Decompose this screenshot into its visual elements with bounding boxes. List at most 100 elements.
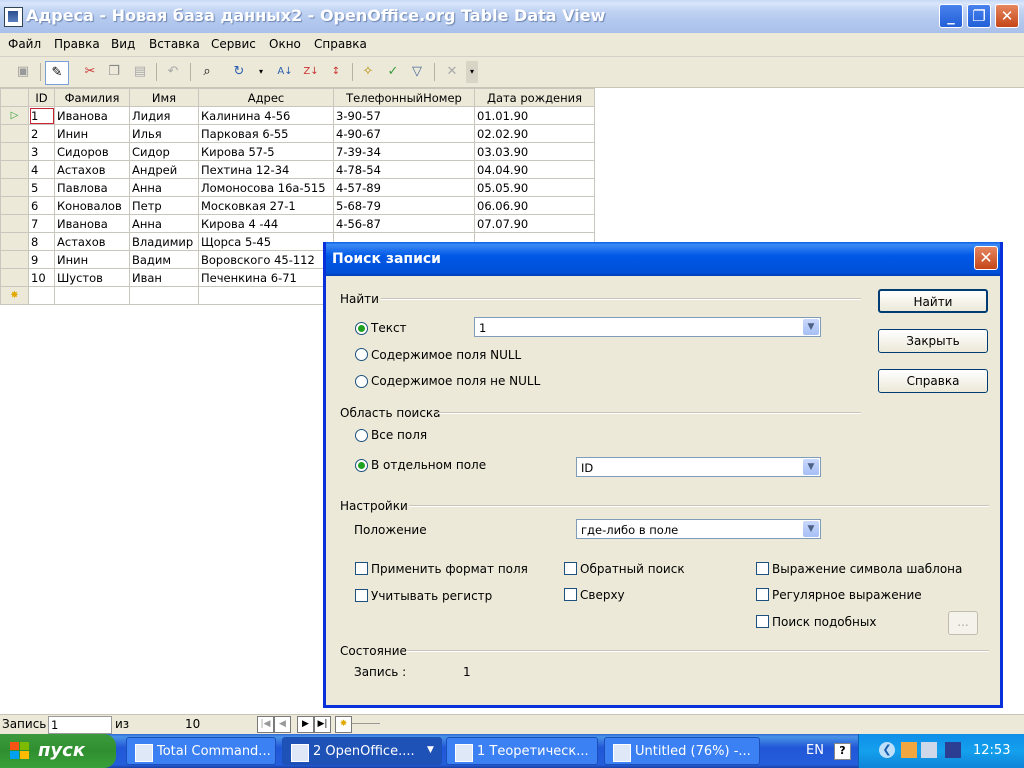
table-cell[interactable]: 02.02.90	[474, 124, 595, 143]
table-cell[interactable]: Илья	[129, 124, 199, 143]
previous-record-icon[interactable]: ◀	[274, 716, 291, 733]
table-cell[interactable]: Вадим	[129, 250, 199, 269]
sort-descending-icon[interactable]: Z↓	[300, 61, 322, 83]
table-cell[interactable]: 7-39-34	[333, 142, 475, 161]
next-record-icon[interactable]: ▶	[297, 716, 314, 733]
column-header[interactable]: ТелефонныйНомер	[333, 88, 475, 107]
field-select[interactable]: ID ▼	[576, 457, 821, 477]
null-radio[interactable]	[355, 348, 368, 361]
menu-tools[interactable]: Сервис	[211, 37, 256, 51]
backwards-checkbox[interactable]	[564, 562, 577, 575]
text-radio[interactable]	[355, 322, 368, 335]
table-cell[interactable]: 9	[28, 250, 55, 269]
table-cell[interactable]: Шустов	[54, 268, 130, 287]
table-cell[interactable]: Сидоров	[54, 142, 130, 161]
column-header[interactable]: Дата рождения	[474, 88, 595, 107]
table-row[interactable]: 6 Коновалов Петр Московкая 27-1 5-68-79 06.06…	[0, 196, 595, 215]
autofilter-icon[interactable]: ✧	[357, 61, 379, 83]
table-cell[interactable]: 04.04.90	[474, 160, 595, 179]
sort-ascending-icon[interactable]: A↓	[274, 61, 296, 83]
from-top-checkbox[interactable]	[564, 588, 577, 601]
table-row[interactable]: 4 Астахов Андрей Пехтина 12-34 4-78-54 04.04.…	[0, 160, 595, 179]
menu-file[interactable]: Файл	[8, 37, 41, 51]
standard-filter-icon[interactable]: ▽	[406, 61, 428, 83]
table-cell[interactable]: 6	[28, 196, 55, 215]
toolbar-overflow-icon[interactable]: ▾	[466, 61, 478, 83]
wildcard-checkbox[interactable]	[756, 562, 769, 575]
table-cell[interactable]: Кирова 57-5	[198, 142, 334, 161]
table-cell[interactable]: Воровского 45-112	[198, 250, 334, 269]
table-cell[interactable]: 3-90-57	[333, 106, 475, 125]
similar-settings-button[interactable]: ...	[948, 611, 978, 635]
table-cell[interactable]: 4-90-67	[333, 124, 475, 143]
table-cell[interactable]: Инин	[54, 124, 130, 143]
row-header[interactable]	[0, 142, 29, 161]
record-number-field[interactable]: 1	[48, 716, 112, 734]
new-record-icon[interactable]: ✸	[335, 716, 352, 733]
single-field-radio[interactable]	[355, 459, 368, 472]
chevron-down-icon[interactable]: ▼	[803, 319, 819, 335]
undo-icon[interactable]: ↶	[162, 61, 184, 83]
chevron-down-icon[interactable]: ▼	[803, 521, 819, 537]
table-row[interactable]: 3 Сидоров Сидор Кирова 57-5 7-39-34 03.03.90	[0, 142, 595, 161]
language-indicator[interactable]: EN	[806, 743, 824, 758]
task-total-commander[interactable]: Total Command...	[126, 737, 276, 765]
table-cell[interactable]: 4-56-87	[333, 214, 475, 233]
row-header[interactable]	[0, 160, 29, 179]
table-cell[interactable]: 4	[28, 160, 55, 179]
show-hidden-icons-icon[interactable]: ❮	[879, 742, 895, 758]
maximize-button[interactable]: ❐	[967, 4, 991, 28]
table-cell[interactable]: Астахов	[54, 232, 130, 251]
table-cell[interactable]: 3	[28, 142, 55, 161]
table-cell[interactable]: 2	[28, 124, 55, 143]
table-cell[interactable]: 01.01.90	[474, 106, 595, 125]
chevron-down-icon[interactable]: ▼	[803, 459, 819, 475]
table-cell[interactable]: 05.05.90	[474, 178, 595, 197]
table-cell[interactable]: 4-57-89	[333, 178, 475, 197]
row-header[interactable]	[0, 124, 29, 143]
table-cell[interactable]: 06.06.90	[474, 196, 595, 215]
table-cell[interactable]: Иван	[129, 268, 199, 287]
table-cell[interactable]: Анна	[129, 214, 199, 233]
table-cell[interactable]: Парковая 6-55	[198, 124, 334, 143]
table-cell[interactable]	[54, 286, 130, 305]
last-record-icon[interactable]: ▶|	[314, 716, 331, 733]
menu-window[interactable]: Окно	[269, 37, 301, 51]
match-case-checkbox[interactable]	[355, 589, 368, 602]
row-header[interactable]	[0, 232, 29, 251]
row-header[interactable]	[0, 196, 29, 215]
table-cell[interactable]: Лидия	[129, 106, 199, 125]
all-fields-radio[interactable]	[355, 429, 368, 442]
row-header[interactable]	[0, 250, 29, 269]
table-cell[interactable]: Ломоносова 16а-515	[198, 178, 334, 197]
table-cell[interactable]: Московкая 27-1	[198, 196, 334, 215]
table-cell[interactable]: Иванова	[54, 106, 130, 125]
column-header[interactable]: Адрес	[198, 88, 334, 107]
help-icon[interactable]: ?	[834, 743, 851, 760]
task-untitled-image[interactable]: Untitled (76%) -...	[604, 737, 760, 765]
table-cell[interactable]	[198, 286, 334, 305]
table-cell[interactable]: Андрей	[129, 160, 199, 179]
save-icon[interactable]: ▣	[12, 61, 34, 83]
table-cell[interactable]: Павлова	[54, 178, 130, 197]
table-cell[interactable]: 5	[28, 178, 55, 197]
paste-icon[interactable]: ▤	[129, 61, 151, 83]
table-cell[interactable]: 03.03.90	[474, 142, 595, 161]
app-icon[interactable]	[4, 7, 23, 27]
table-cell[interactable]: Инин	[54, 250, 130, 269]
not-null-radio[interactable]	[355, 375, 368, 388]
table-cell[interactable]: Анна	[129, 178, 199, 197]
cut-icon[interactable]: ✂	[79, 61, 101, 83]
row-header[interactable]	[0, 214, 29, 233]
table-cell[interactable]: 1	[28, 106, 55, 125]
search-text-combo[interactable]: 1 ▼	[474, 317, 821, 337]
table-cell[interactable]	[129, 286, 199, 305]
network-icon[interactable]	[921, 742, 937, 758]
table-cell[interactable]: Коновалов	[54, 196, 130, 215]
table-row[interactable]: 2 Инин Илья Парковая 6-55 4-90-67 02.02.90	[0, 124, 595, 143]
table-row[interactable]: 5 Павлова Анна Ломоносова 16а-515 4-57-89 05.…	[0, 178, 595, 197]
corner-header[interactable]	[0, 88, 29, 107]
menu-insert[interactable]: Вставка	[149, 37, 200, 51]
row-header[interactable]: ▷	[0, 106, 29, 125]
column-header[interactable]: Имя	[129, 88, 199, 107]
